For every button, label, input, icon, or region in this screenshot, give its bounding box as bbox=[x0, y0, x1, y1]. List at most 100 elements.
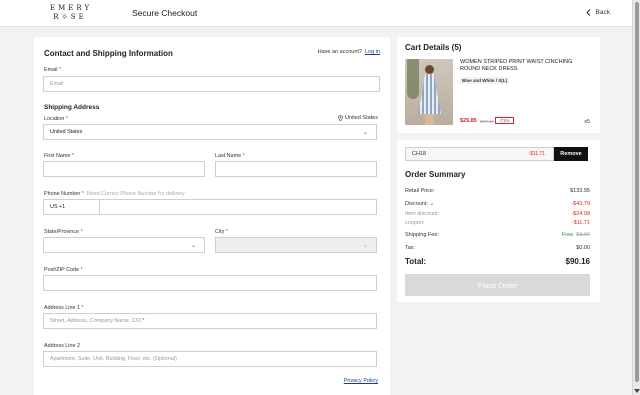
required-mark: * bbox=[225, 229, 228, 235]
back-button[interactable]: Back bbox=[585, 9, 610, 16]
login-link[interactable]: Log in bbox=[365, 49, 380, 55]
sale-price: $25.85 bbox=[460, 118, 477, 124]
address-line-1-label: Address Line 1 * bbox=[44, 305, 84, 311]
required-mark: * bbox=[81, 191, 84, 197]
order-summary-title: Order Summary bbox=[405, 170, 466, 179]
required-mark: * bbox=[80, 267, 83, 273]
city-label-text: City bbox=[215, 229, 225, 235]
retail-price-value: $133.95 bbox=[570, 188, 590, 194]
order-summary-card: CH18 -$11.71 Remove Order Summary Retail… bbox=[397, 140, 600, 302]
site-header: EMERY R☼SE Secure Checkout Back bbox=[0, 0, 632, 27]
scrollbar-thumb[interactable] bbox=[635, 2, 639, 382]
page-scrollbar[interactable] bbox=[632, 0, 640, 395]
zip-label-text: Post/ZIP Code bbox=[44, 267, 79, 273]
required-mark: * bbox=[80, 229, 83, 235]
phone-code-value: US +1 bbox=[50, 204, 66, 210]
last-name-label: Last Name * bbox=[215, 153, 245, 159]
shipping-form-card: Contact and Shipping Information Have an… bbox=[34, 37, 390, 395]
item-discount-label: Item discount: bbox=[405, 211, 440, 217]
discount-row[interactable]: Discount: ⌄ -$43.79 bbox=[405, 201, 590, 207]
city-label: City * bbox=[215, 229, 228, 235]
chevron-down-icon[interactable]: ⌄ bbox=[429, 201, 434, 207]
product-image-dress bbox=[418, 74, 441, 114]
required-mark: * bbox=[81, 305, 84, 311]
shipping-address-title: Shipping Address bbox=[44, 104, 100, 111]
back-label: Back bbox=[595, 9, 610, 16]
tax-label: Tax: bbox=[405, 245, 416, 251]
state-select[interactable]: ⌄ bbox=[43, 237, 205, 253]
phone-number-field[interactable] bbox=[99, 199, 377, 215]
phone-country-code[interactable]: US +1 bbox=[43, 199, 100, 215]
product-image-legs bbox=[425, 114, 434, 125]
zip-field[interactable] bbox=[43, 275, 377, 291]
location-indicator: United States bbox=[338, 115, 378, 121]
product-name[interactable]: WOMEN STRIPED PRINT WAIST CINCHING ROUND… bbox=[460, 59, 588, 73]
city-select[interactable]: ⌄ bbox=[215, 237, 377, 253]
first-name-label: First Name * bbox=[44, 153, 74, 159]
product-image[interactable] bbox=[405, 59, 453, 125]
total-value: $90.16 bbox=[565, 257, 590, 266]
discount-label-group: Discount: ⌄ bbox=[405, 201, 434, 207]
place-order-button[interactable]: Place Order bbox=[405, 274, 590, 296]
shipping-fee-label: Shipping Fee: bbox=[405, 232, 439, 238]
product-image-plant bbox=[407, 59, 419, 99]
state-label-text: State/Province bbox=[44, 229, 80, 235]
logo-line-1: EMERY bbox=[50, 4, 93, 12]
chevron-left-icon bbox=[585, 9, 590, 16]
location-label: Location * bbox=[44, 116, 68, 122]
coupon-code: CH18 bbox=[412, 151, 427, 157]
address-line-1-placeholder: Street, Address, Company Name, C/O bbox=[50, 318, 142, 324]
email-label-text: Email bbox=[44, 67, 58, 73]
address-line-2-placeholder: Apartment, Suite, Unit, Building, Floor,… bbox=[50, 356, 177, 362]
product-quantity: x5 bbox=[584, 119, 590, 125]
last-name-label-text: Last Name bbox=[215, 153, 242, 159]
coupon-discount-label: coupon: bbox=[405, 220, 425, 226]
location-select[interactable]: United States ⌄ bbox=[43, 124, 377, 140]
location-pin-icon bbox=[338, 115, 343, 121]
required-mark: * bbox=[71, 153, 74, 159]
last-name-field[interactable] bbox=[215, 161, 377, 177]
original-price: $77.44 bbox=[480, 119, 494, 124]
address-line-2-label: Address Line 2 bbox=[44, 343, 80, 349]
address-line-2-field[interactable]: Apartment, Suite, Unit, Building, Floor,… bbox=[43, 351, 377, 367]
scroll-down-arrow-icon[interactable] bbox=[634, 389, 640, 393]
form-title: Contact and Shipping Information bbox=[44, 49, 173, 58]
phone-label: Phone Number * Need Correct Phone Number … bbox=[44, 191, 185, 197]
chevron-down-icon: ⌄ bbox=[362, 130, 368, 136]
cart-title: Cart Details (5) bbox=[405, 43, 462, 52]
item-discount-row: Item discount: -$24.08 bbox=[405, 211, 590, 217]
email-field[interactable]: Email bbox=[43, 76, 380, 92]
location-label-text: Location bbox=[44, 116, 65, 122]
required-mark: * bbox=[58, 67, 62, 73]
remove-coupon-button[interactable]: Remove bbox=[554, 147, 588, 161]
phone-label-text: Phone Number bbox=[44, 191, 81, 197]
location-select-value: United States bbox=[50, 129, 83, 135]
total-row: Total: $90.16 bbox=[405, 257, 590, 266]
coupon-field[interactable]: CH18 -$11.71 bbox=[405, 147, 554, 161]
shipping-fee-row: Shipping Fee: Free $8.00 bbox=[405, 232, 590, 238]
chevron-down-icon: ⌄ bbox=[362, 243, 368, 249]
product-variant: Blue and White / S(L) bbox=[460, 77, 509, 84]
account-prompt-text: Have an account? bbox=[317, 49, 362, 55]
discount-badge: -71% bbox=[495, 117, 514, 124]
page-title: Secure Checkout bbox=[132, 8, 198, 18]
email-label: Email * bbox=[44, 67, 61, 73]
discount-label: Discount: bbox=[405, 201, 428, 207]
required-mark: * bbox=[65, 116, 68, 122]
privacy-policy-link[interactable]: Privacy Policy bbox=[344, 378, 378, 384]
tax-value: $0.00 bbox=[576, 245, 590, 251]
retail-price-row: Retail Price: $133.95 bbox=[405, 188, 590, 194]
shipping-original: $8.00 bbox=[576, 232, 590, 238]
shipping-fee-value: Free $8.00 bbox=[562, 232, 590, 238]
phone-hint: Need Correct Phone Number for delivery bbox=[86, 191, 185, 197]
first-name-field[interactable] bbox=[43, 161, 205, 177]
tax-row: Tax: $0.00 bbox=[405, 245, 590, 251]
required-mark: * bbox=[242, 153, 245, 159]
product-image-head bbox=[425, 65, 434, 74]
coupon-discount-row: coupon: -$11.71 bbox=[405, 220, 590, 226]
account-prompt: Have an account? Log in bbox=[318, 49, 380, 55]
first-name-label-text: First Name bbox=[44, 153, 71, 159]
coupon-discount-value: -$11.71 bbox=[571, 220, 590, 226]
brand-logo[interactable]: EMERY R☼SE bbox=[50, 4, 90, 22]
address-line-1-field[interactable]: Street, Address, Company Name, C/O * bbox=[43, 313, 377, 329]
